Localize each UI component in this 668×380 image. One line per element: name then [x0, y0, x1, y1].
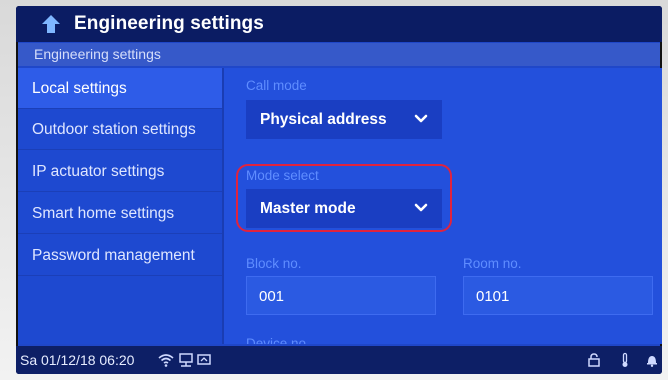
lock-icon[interactable]	[586, 352, 602, 368]
sidebar-item-label: Smart home settings	[32, 205, 175, 222]
sidebar-item-label: Outdoor station settings	[32, 121, 196, 138]
thermometer-icon[interactable]	[617, 352, 633, 368]
block-no-field[interactable]: 001	[246, 276, 436, 315]
call-mode-label: Call mode	[246, 78, 307, 93]
monitor-icon	[197, 354, 211, 365]
network-icon	[179, 353, 193, 367]
call-mode-value: Physical address	[260, 111, 387, 128]
chevron-down-icon	[414, 114, 428, 123]
mode-select-dropdown[interactable]: Master mode	[246, 189, 442, 228]
status-datetime: Sa 01/12/18 06:20	[20, 352, 135, 368]
sidebar-item-label: Password management	[32, 247, 195, 264]
sidebar-item-smart-home-settings[interactable]: Smart home settings	[18, 193, 222, 234]
title-bar: Engineering settings	[16, 6, 662, 42]
breadcrumb: Engineering settings	[18, 43, 660, 66]
room-no-label: Room no.	[463, 256, 522, 271]
call-mode-select[interactable]: Physical address	[246, 100, 442, 139]
sidebar-item-outdoor-station-settings[interactable]: Outdoor station settings	[18, 109, 222, 150]
mode-select-label: Mode select	[246, 168, 319, 183]
page-title: Engineering settings	[74, 13, 264, 34]
sidebar: Local settings Outdoor station settings …	[18, 68, 222, 344]
sidebar-item-local-settings[interactable]: Local settings	[18, 68, 222, 109]
back-arrow-icon[interactable]	[40, 13, 62, 35]
sidebar-item-ip-actuator-settings[interactable]: IP actuator settings	[18, 151, 222, 192]
mode-select-value: Master mode	[260, 200, 356, 217]
sidebar-item-password-management[interactable]: Password management	[18, 235, 222, 276]
sidebar-item-label: Local settings	[32, 80, 127, 97]
bell-icon[interactable]	[644, 352, 660, 368]
settings-panel: Call mode Physical address Mode select M…	[224, 68, 662, 344]
status-bar: Sa 01/12/18 06:20	[16, 346, 662, 374]
block-no-label: Block no.	[246, 256, 302, 271]
device-no-label: Device no	[246, 336, 307, 344]
wifi-icon	[158, 354, 174, 367]
room-no-field[interactable]: 0101	[463, 276, 653, 315]
chevron-down-icon	[414, 203, 428, 212]
sidebar-item-label: IP actuator settings	[32, 163, 165, 180]
screen: Engineering settings Engineering setting…	[16, 6, 662, 374]
